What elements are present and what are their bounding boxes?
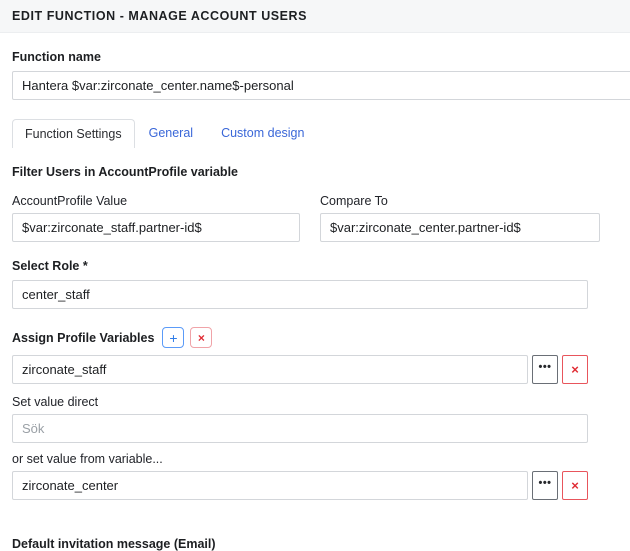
function-name-label: Function name	[12, 50, 101, 64]
set-value-from-variable-clear-icon[interactable]: ×	[562, 471, 588, 500]
compare-to-input[interactable]: $var:zirconate_center.partner-id$	[320, 213, 600, 242]
assign-profile-variables-label: Assign Profile Variables	[12, 330, 155, 345]
compare-to-field-group: Compare To $var:zirconate_center.partner…	[320, 194, 600, 242]
filter-row: AccountProfile Value $var:zirconate_staf…	[12, 194, 618, 242]
set-value-from-variable-browse-icon[interactable]: •••	[532, 471, 558, 500]
tab-general[interactable]: General	[135, 119, 207, 148]
window-title-bar: EDIT FUNCTION - MANAGE ACCOUNT USERS	[0, 0, 630, 33]
add-profile-variable-button[interactable]: +	[162, 327, 185, 348]
tab-function-settings[interactable]: Function Settings	[12, 119, 135, 148]
assign-profile-variables-header: Assign Profile Variables + ×	[12, 327, 618, 348]
compare-to-label: Compare To	[320, 194, 388, 208]
select-role-label: Select Role *	[12, 259, 88, 273]
set-value-direct-label: Set value direct	[12, 395, 99, 409]
remove-profile-variable-button[interactable]: ×	[190, 327, 213, 348]
profile-variable-clear-icon[interactable]: ×	[562, 355, 588, 384]
account-profile-value-label: AccountProfile Value	[12, 194, 128, 208]
set-value-direct-input[interactable]: Sök	[12, 414, 588, 443]
set-value-from-variable-row: zirconate_center ••• ×	[12, 471, 588, 500]
column-spacer	[300, 194, 320, 242]
page-title: EDIT FUNCTION - MANAGE ACCOUNT USERS	[12, 9, 308, 23]
tab-custom-design[interactable]: Custom design	[207, 119, 318, 148]
profile-variable-browse-icon[interactable]: •••	[532, 355, 558, 384]
tab-bar: Function Settings General Custom design	[12, 119, 618, 148]
default-invitation-message-heading: Default invitation message (Email)	[12, 537, 216, 551]
function-name-input[interactable]: Hantera $var:zirconate_center.name$-pers…	[12, 71, 630, 100]
set-value-from-variable-input[interactable]: zirconate_center	[12, 471, 528, 500]
form-body: Function name Hantera $var:zirconate_cen…	[0, 50, 630, 551]
select-role-input[interactable]: center_staff	[12, 280, 588, 309]
profile-variable-input[interactable]: zirconate_staff	[12, 355, 528, 384]
profile-variable-row: zirconate_staff ••• ×	[12, 355, 588, 384]
filter-users-heading: Filter Users in AccountProfile variable	[12, 165, 238, 179]
account-profile-field-group: AccountProfile Value $var:zirconate_staf…	[12, 194, 300, 242]
account-profile-value-input[interactable]: $var:zirconate_staff.partner-id$	[12, 213, 300, 242]
set-value-from-variable-label: or set value from variable...	[12, 452, 163, 466]
